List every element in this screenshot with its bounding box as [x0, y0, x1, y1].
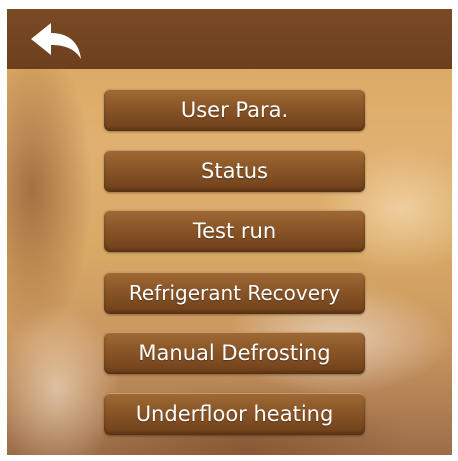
back-arrow-icon [29, 21, 85, 61]
manual-defrosting-button[interactable]: Manual Defrosting [104, 332, 365, 374]
status-button[interactable]: Status [104, 150, 365, 192]
back-button[interactable] [29, 21, 85, 61]
test-run-button[interactable]: Test run [104, 210, 365, 252]
user-para-button[interactable]: User Para. [104, 89, 365, 131]
underfloor-heating-button[interactable]: Underfloor heating [104, 393, 365, 435]
app-screen: User Para. Status Test run Refrigerant R… [7, 9, 452, 455]
refrigerant-recovery-button[interactable]: Refrigerant Recovery [104, 272, 365, 314]
top-bar [7, 9, 452, 69]
